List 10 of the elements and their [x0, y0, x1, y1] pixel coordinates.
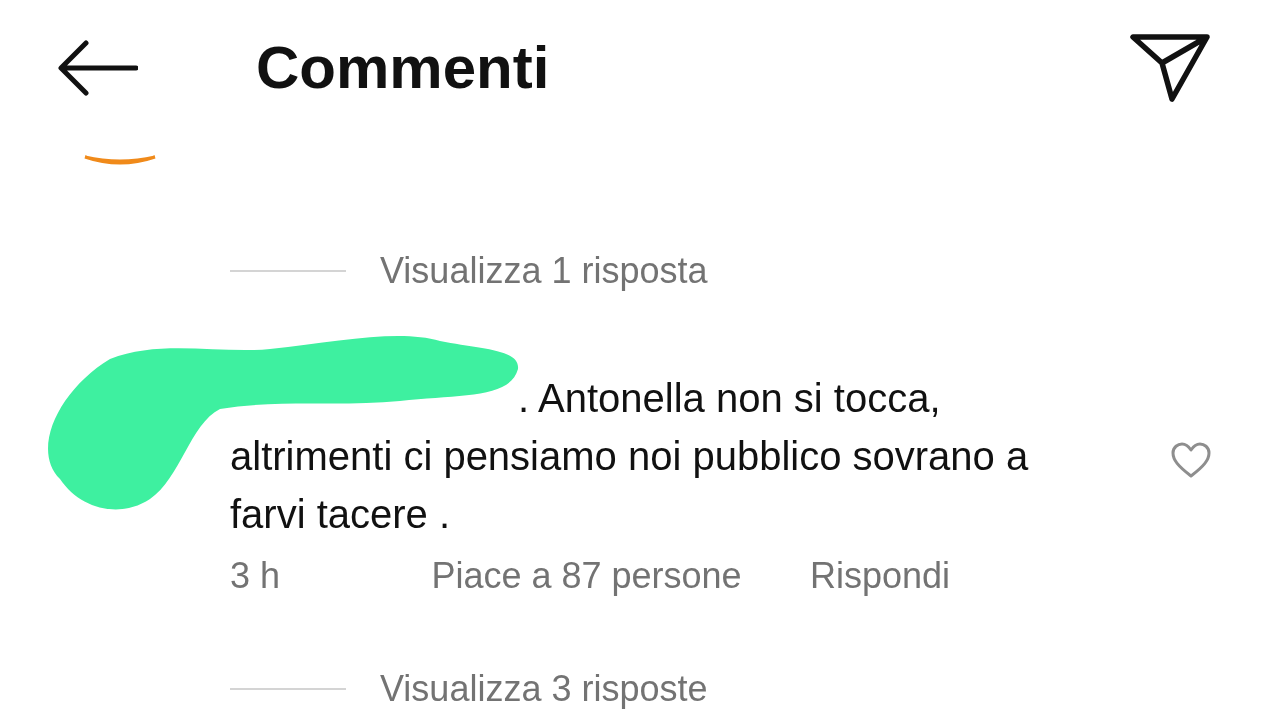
- view-replies-link[interactable]: Visualizza 1 risposta: [380, 250, 708, 292]
- comment-text: . Antonella non si tocca, altrimenti ci pensiamo noi pubblico sovrano a farvi tacere .: [230, 375, 1030, 538]
- reply-link[interactable]: Rispondi: [810, 555, 951, 597]
- back-arrow-icon[interactable]: [56, 39, 138, 96]
- view-replies-link[interactable]: Visualizza 3 risposte: [380, 668, 708, 710]
- page-title: Commenti: [256, 33, 551, 102]
- heart-icon[interactable]: [1170, 441, 1212, 479]
- comment-time: 3 h: [230, 555, 282, 597]
- send-icon[interactable]: [1130, 32, 1210, 103]
- likes-link[interactable]: Piace a 87 persone: [363, 555, 810, 597]
